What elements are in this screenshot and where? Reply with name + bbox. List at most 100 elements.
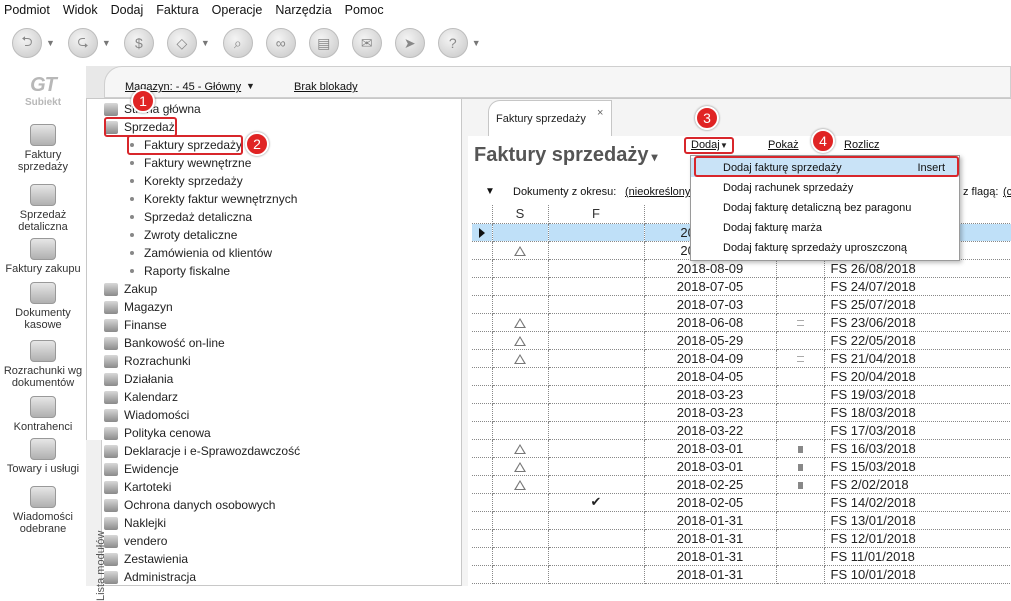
chevron-down-icon[interactable]: ▼ [46,38,55,48]
menu-podmiot[interactable]: Podmiot [4,3,50,17]
link-button[interactable]: ∞ [265,28,296,58]
menu-item-dodaj-fakture-detaliczna[interactable]: Dodaj fakturę detaliczną bez paragonu [691,198,959,217]
submodule-korekty-sprzedazy[interactable]: Korekty sprzedaży [130,172,243,190]
table-row[interactable]: 2018-01-31 FS 12/01/2018 [472,529,1011,548]
module-wiadomosci[interactable]: Wiadomości [104,406,189,424]
module-deklaracje[interactable]: Deklaracje i e-Sprawozdawczość [104,442,300,460]
cell-date: 2018-03-22 [644,421,777,440]
submodule-zamowienia[interactable]: Zamówienia od klientów [130,244,272,262]
module-administracja[interactable]: Administracja [104,568,196,586]
label-icon [104,516,118,530]
table-row[interactable]: 2018-03-23 FS 19/03/2018 [472,385,1011,404]
table-row[interactable]: 2018-03-23 FS 18/03/2018 [472,403,1011,422]
table-row[interactable]: 2018-06-08 FS 23/06/2018 [472,313,1011,332]
chevron-down-icon[interactable]: ▼ [102,38,111,48]
menu-narzedzia[interactable]: Narzędzia [275,3,331,17]
module-kartoteki[interactable]: Kartoteki [104,478,171,496]
menu-item-dodaj-fakture-uproszczona[interactable]: Dodaj fakturę sprzedaży uproszczoną [691,238,959,257]
send-button[interactable]: ➤ [394,28,425,58]
eraser-button[interactable]: ◇ ▼ [166,28,210,58]
table-row[interactable]: 2018-07-03 FS 25/07/2018 [472,295,1011,314]
mail-button[interactable]: ✉ [351,28,382,58]
module-dzialania[interactable]: Działania [104,370,173,388]
quick-faktury-zakupu[interactable]: Faktury zakupu [0,238,86,275]
cell-pointer [472,313,493,332]
menu-operacje[interactable]: Operacje [212,3,263,17]
module-vendero[interactable]: vendero [104,532,167,550]
module-zestawienia[interactable]: Zestawienia [104,550,188,568]
table-row[interactable]: 2018-03-22 FS 17/03/2018 [472,421,1011,440]
table-row[interactable]: 2018-03-01 FS 16/03/2018 [472,439,1011,458]
submodule-faktury-wewnetrzne[interactable]: Faktury wewnętrzne [130,154,251,172]
submodule-label: Zwroty detaliczne [144,228,238,242]
submodule-zwroty-detaliczne[interactable]: Zwroty detaliczne [130,226,237,244]
submodule-raporty-fiskalne[interactable]: Raporty fiskalne [130,262,230,280]
period-filter-link[interactable]: (nieokreślony) [625,186,694,198]
module-ewidencje[interactable]: Ewidencje [104,460,179,478]
table-row[interactable]: ✔ 2018-02-05 FS 14/02/2018 [472,493,1011,512]
menu-widok[interactable]: Widok [63,3,98,17]
module-naklejki[interactable]: Naklejki [104,514,166,532]
cell-f [548,421,645,440]
submodule-korekty-faktur[interactable]: Korekty faktur wewnętrznych [130,190,297,208]
quick-rozrachunki[interactable]: Rozrachunki wg dokumentów [0,340,86,389]
search-doc-button[interactable]: ⌕ [222,28,253,58]
quick-faktury-sprzedazy[interactable]: Faktury sprzedaży [0,124,86,173]
back-button[interactable]: ⮌ ▼ [12,28,55,58]
table-row[interactable]: 2018-02-25 FS 2/02/2018 [472,475,1011,494]
forward-button[interactable]: ⮎ ▼ [67,28,111,58]
table-row[interactable]: 2018-04-05 FS 20/04/2018 [472,367,1011,386]
table-row[interactable]: 2018-01-31 FS 10/01/2018 [472,565,1011,584]
chevron-down-icon[interactable]: ▼ [201,38,210,48]
coins-button[interactable]: $ [123,28,154,58]
quick-label: Sprzedaż detaliczna [18,209,68,233]
table-row[interactable]: 2018-08-09 FS 26/08/2018 [472,259,1011,278]
module-ochrona-danych[interactable]: Ochrona danych osobowych [104,496,275,514]
chevron-down-icon[interactable]: ▾ [652,150,658,164]
col-f[interactable]: F [548,205,645,224]
col-pointer [472,205,493,224]
menu-item-dodaj-fakture-marza[interactable]: Dodaj fakturę marża [691,218,959,237]
submodule-sprzedaz-detaliczna[interactable]: Sprzedaż detaliczna [130,208,252,226]
cart-icon [104,282,118,296]
module-kalendarz[interactable]: Kalendarz [104,388,178,406]
quick-kontrahenci[interactable]: Kontrahenci [0,396,86,433]
quick-sprzedaz-detaliczna[interactable]: Sprzedaż detaliczna [0,184,86,233]
module-zakup[interactable]: Zakup [104,280,157,298]
module-label: Zakup [124,282,158,296]
menu-item-dodaj-rachunek[interactable]: Dodaj rachunek sprzedaży [691,178,959,197]
pokaz-button[interactable]: Pokaż [768,139,799,151]
module-bankowosc[interactable]: Bankowość on-line [104,334,225,352]
chevron-down-icon[interactable]: ▼ [472,38,481,48]
table-row[interactable]: 2018-05-29 FS 22/05/2018 [472,331,1011,350]
close-icon[interactable]: × [597,107,603,119]
table-row[interactable]: 2018-07-05 FS 24/07/2018 [472,277,1011,296]
module-rozrachunki[interactable]: Rozrachunki [104,352,191,370]
flag-filter-link[interactable]: (c [1003,186,1011,198]
module-finanse[interactable]: Finanse [104,316,167,334]
table-row[interactable]: 2018-01-31 FS 11/01/2018 [472,547,1011,566]
table-row[interactable]: 2018-03-01 FS 15/03/2018 [472,457,1011,476]
filter-toggle-icon[interactable]: ▼ [485,186,495,197]
highlight-sprzedaz [104,117,177,137]
printer-button[interactable]: ▤ [308,28,339,58]
menu-pomoc[interactable]: Pomoc [345,3,384,17]
chevron-down-icon[interactable]: ▼ [246,81,255,91]
col-s[interactable]: S [492,205,549,224]
quick-towary[interactable]: Towary i usługi [0,438,86,475]
menu-dodaj[interactable]: Dodaj [111,3,144,17]
table-row[interactable]: 2018-01-31 FS 13/01/2018 [472,511,1011,530]
cell-mark [776,313,825,332]
module-polityka-cenowa[interactable]: Polityka cenowa [104,424,211,442]
module-magazyn[interactable]: Magazyn [104,298,173,316]
table-row[interactable]: 2018-04-09 FS 21/04/2018 [472,349,1011,368]
rozlicz-button[interactable]: Rozlicz [844,139,879,151]
quick-dokumenty-kasowe[interactable]: Dokumenty kasowe [0,282,86,331]
tab-faktury-sprzedazy[interactable]: Faktury sprzedaży × [488,100,612,136]
blokada-link[interactable]: Brak blokady [294,81,358,93]
menu-faktura[interactable]: Faktura [156,3,198,17]
help-button[interactable]: ? ▼ [437,28,481,58]
cell-f [548,313,645,332]
quick-wiadomosci[interactable]: Wiadomości odebrane [0,486,86,535]
module-list-vertical-tab[interactable]: Lista modułów [86,440,107,601]
